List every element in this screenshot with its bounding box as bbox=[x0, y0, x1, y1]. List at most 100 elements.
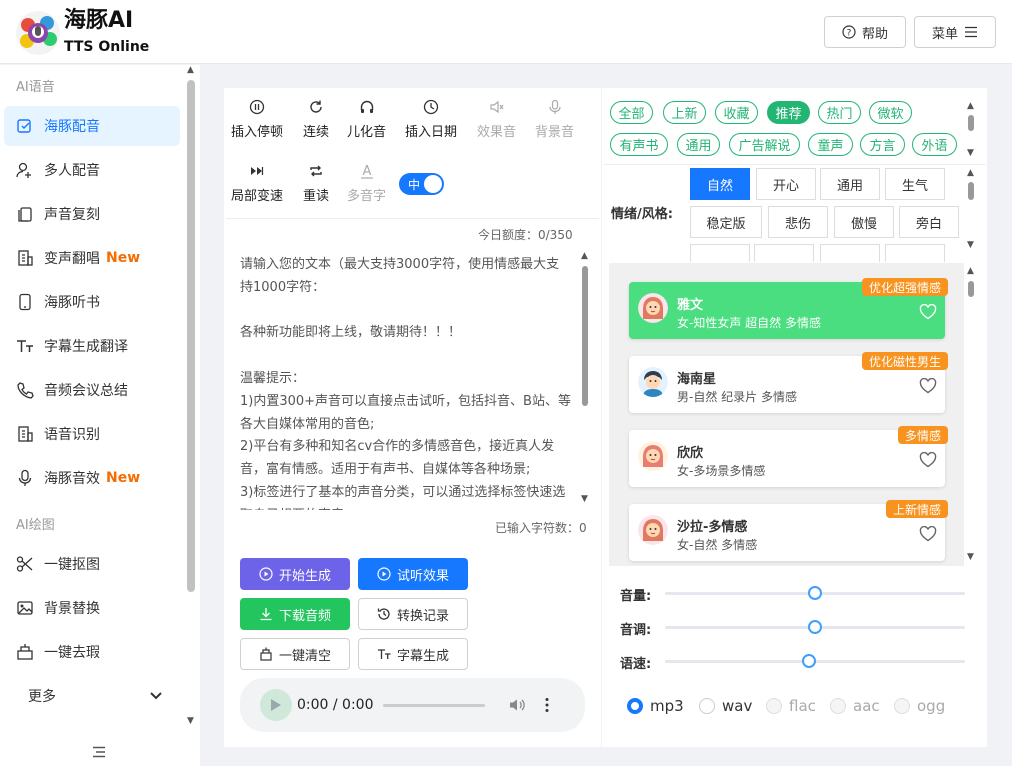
sidebar-item-voice-change[interactable]: 变声翻唱 New bbox=[4, 238, 180, 278]
history-button[interactable]: 转换记录 bbox=[358, 598, 468, 630]
sidebar-item-multi-dubbing[interactable]: 多人配音 bbox=[4, 150, 180, 190]
emotion-happy[interactable]: 开心 bbox=[756, 168, 816, 200]
scroll-up-arrow-icon[interactable]: ▲ bbox=[581, 251, 588, 261]
format-ogg[interactable]: ogg bbox=[894, 697, 945, 715]
textarea-scrollbar[interactable] bbox=[582, 266, 588, 406]
speed-slider-handle[interactable] bbox=[802, 654, 816, 668]
scroll-up-arrow-icon[interactable]: ▲ bbox=[967, 101, 974, 111]
voice-card-shala[interactable]: 沙拉-多情感 女-自然 多情感 上新情感 bbox=[629, 500, 948, 561]
insert-pause-tool[interactable]: 插入停顿 bbox=[231, 98, 283, 140]
emotion-more[interactable] bbox=[820, 244, 880, 262]
sidebar-item-label: 海豚音效 bbox=[44, 471, 100, 487]
heart-icon[interactable] bbox=[919, 526, 937, 542]
erhua-tool[interactable]: 儿化音 bbox=[347, 98, 386, 140]
sidebar-item-speech-recognition[interactable]: 语音识别 bbox=[4, 414, 180, 454]
tag-hot[interactable]: 热门 bbox=[818, 101, 861, 124]
sidebar-item-cutout[interactable]: 一键抠图 bbox=[4, 544, 180, 584]
tag-ad-narration[interactable]: 广告解说 bbox=[729, 133, 800, 156]
sidebar-item-meeting-summary[interactable]: 音频会议总结 bbox=[4, 370, 180, 410]
volume-slider-handle[interactable] bbox=[808, 586, 822, 600]
more-vertical-icon[interactable] bbox=[545, 697, 549, 713]
heart-icon[interactable] bbox=[919, 452, 937, 468]
emotion-stable[interactable]: 稳定版 bbox=[690, 206, 762, 238]
tag-audiobook[interactable]: 有声书 bbox=[610, 133, 668, 156]
insert-date-tool[interactable]: 插入日期 bbox=[405, 98, 457, 140]
tag-dialect[interactable]: 方言 bbox=[860, 133, 905, 156]
voice-card-xinxin[interactable]: 欣欣 女-多场景多情感 多情感 bbox=[629, 426, 948, 487]
format-mp3[interactable]: mp3 bbox=[627, 697, 684, 715]
text-input[interactable]: 请输入您的文本（最大支持3000字符，使用情感最大支持1000字符： 各种新功能… bbox=[240, 254, 572, 510]
scroll-up-arrow-icon[interactable]: ▲ bbox=[187, 65, 194, 75]
audio-progress[interactable] bbox=[383, 704, 485, 707]
tag-new[interactable]: 上新 bbox=[663, 101, 706, 124]
sidebar-scrollbar[interactable] bbox=[187, 80, 195, 592]
emotion-sad[interactable]: 悲伤 bbox=[768, 206, 828, 238]
tags-scrollbar[interactable] bbox=[968, 115, 974, 131]
tag-favorite[interactable]: 收藏 bbox=[715, 101, 758, 124]
collapse-menu-icon[interactable] bbox=[92, 746, 106, 758]
voice-card-yawen[interactable]: 雅文 女-知性女声 超自然 多情感 优化超强情感 bbox=[629, 278, 948, 339]
help-button[interactable]: ? 帮助 bbox=[824, 16, 906, 48]
sidebar-item-subtitle-translate[interactable]: 字幕生成翻译 bbox=[4, 326, 180, 366]
tag-microsoft[interactable]: 微软 bbox=[869, 101, 912, 124]
emotion-more[interactable] bbox=[885, 244, 945, 262]
clear-all-button[interactable]: 一键清空 bbox=[240, 638, 350, 670]
emotion-more[interactable] bbox=[690, 244, 750, 262]
polyphone-tool[interactable]: A 多音字 bbox=[347, 162, 386, 204]
sidebar-item-voice-clone[interactable]: 声音复刻 bbox=[4, 194, 180, 234]
scroll-up-arrow-icon[interactable]: ▲ bbox=[967, 266, 974, 276]
start-generate-button[interactable]: 开始生成 bbox=[240, 558, 350, 590]
format-wav[interactable]: wav bbox=[699, 697, 752, 715]
tag-general[interactable]: 通用 bbox=[677, 133, 720, 156]
tag-child-voice[interactable]: 童声 bbox=[808, 133, 853, 156]
scroll-down-arrow-icon[interactable]: ▼ bbox=[967, 240, 974, 250]
emotion-natural[interactable]: 自然 bbox=[690, 168, 750, 200]
continuous-tool[interactable]: 连续 bbox=[303, 98, 329, 140]
sidebar-item-label: 音频会议总结 bbox=[44, 383, 128, 399]
format-flac[interactable]: flac bbox=[766, 697, 816, 715]
tool-label: 多音字 bbox=[347, 189, 387, 204]
language-toggle[interactable]: 中 bbox=[399, 173, 444, 195]
emotion-angry[interactable]: 生气 bbox=[885, 168, 945, 200]
emotion-narrator[interactable]: 旁白 bbox=[899, 206, 959, 238]
scroll-up-arrow-icon[interactable]: ▲ bbox=[967, 168, 974, 178]
tag-recommended[interactable]: 推荐 bbox=[767, 101, 810, 124]
pitch-slider-handle[interactable] bbox=[808, 620, 822, 634]
emotion-scrollbar[interactable] bbox=[968, 182, 974, 200]
building-icon bbox=[16, 249, 34, 267]
heart-icon[interactable] bbox=[919, 378, 937, 394]
sidebar-item-blemish-removal[interactable]: 一键去瑕 bbox=[4, 632, 180, 672]
section-title-voice: AI语音 bbox=[16, 80, 55, 95]
play-button[interactable] bbox=[260, 689, 292, 721]
scroll-down-arrow-icon[interactable]: ▼ bbox=[967, 148, 974, 158]
preview-effect-button[interactable]: 试听效果 bbox=[358, 558, 468, 590]
sidebar-item-bg-replace[interactable]: 背景替换 bbox=[4, 588, 180, 628]
tag-foreign[interactable]: 外语 bbox=[912, 133, 957, 156]
format-aac[interactable]: aac bbox=[830, 697, 880, 715]
scroll-down-arrow-icon[interactable]: ▼ bbox=[581, 494, 588, 504]
scroll-down-arrow-icon[interactable]: ▼ bbox=[967, 552, 974, 562]
pitch-label: 音调: bbox=[620, 623, 652, 638]
heart-icon[interactable] bbox=[919, 304, 937, 320]
menu-button[interactable]: 菜单 bbox=[914, 16, 996, 48]
partial-speed-tool[interactable]: 局部变速 bbox=[231, 162, 283, 204]
background-music-tool[interactable]: 背景音 bbox=[535, 98, 574, 140]
emotion-general[interactable]: 通用 bbox=[820, 168, 880, 200]
sidebar-more[interactable]: 更多 bbox=[4, 676, 180, 716]
emotion-more[interactable] bbox=[754, 244, 814, 262]
voice-card-hainanxing[interactable]: 海南星 男-自然 纪录片 多情感 优化磁性男生 bbox=[629, 352, 948, 413]
sound-effect-tool[interactable]: 效果音 bbox=[477, 98, 516, 140]
voice-desc: 女-知性女声 超自然 多情感 bbox=[677, 316, 821, 330]
emotion-arrogant[interactable]: 傲慢 bbox=[834, 206, 894, 238]
subtitle-generate-button[interactable]: 字幕生成 bbox=[358, 638, 468, 670]
download-audio-button[interactable]: 下载音频 bbox=[240, 598, 350, 630]
play-circle-icon bbox=[259, 567, 273, 581]
voice-list-scrollbar[interactable] bbox=[968, 281, 974, 297]
sidebar-item-sound-effects[interactable]: 海豚音效 New bbox=[4, 458, 180, 498]
sidebar-item-audiobook[interactable]: 海豚听书 bbox=[4, 282, 180, 322]
sidebar-item-dolphin-dubbing[interactable]: 海豚配音 bbox=[4, 106, 180, 146]
stress-tool[interactable]: 重读 bbox=[303, 162, 329, 204]
tag-all[interactable]: 全部 bbox=[610, 101, 653, 124]
volume-icon[interactable] bbox=[508, 697, 526, 713]
scroll-down-arrow-icon[interactable]: ▼ bbox=[187, 716, 194, 726]
